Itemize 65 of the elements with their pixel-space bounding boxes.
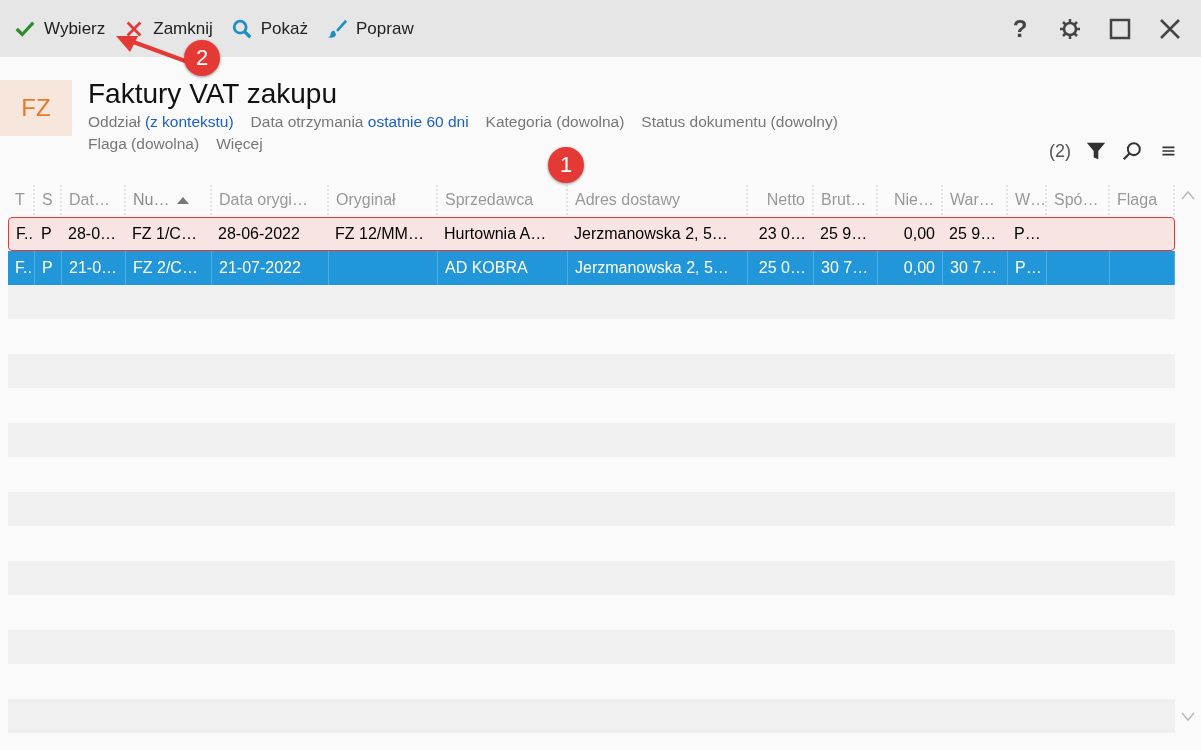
table-cell: Jerzmanowska 2, 5… <box>575 259 729 277</box>
brush-icon <box>326 17 348 40</box>
filter-link[interactable]: Kategoria (dowolna) <box>485 111 625 133</box>
table-row[interactable]: F.. P 28-0… FZ 1/C… 28-06-2022 FZ 12/MM… Hurtownia A… Jerzmanowska 2, 5… 23 0… 25 9… 0,00 25 9… P… <box>8 217 1175 251</box>
table-cell: P… <box>1014 225 1041 243</box>
table-cell: F.. <box>15 259 32 277</box>
table-cell: 0,00 <box>903 225 935 243</box>
gear-icon <box>1058 16 1082 41</box>
filter-link[interactable]: Data otrzymania ostatnie 60 dni <box>250 111 469 133</box>
search-icon[interactable] <box>1121 140 1143 162</box>
table-cell: Jerzmanowska 2, 5… <box>574 225 728 243</box>
table-cell: P… <box>1015 259 1042 277</box>
column-header[interactable]: Spó… <box>1047 184 1110 215</box>
filter-link[interactable]: Flaga (dowolna) <box>88 133 200 155</box>
column-header[interactable]: Adres dostawy <box>568 184 748 215</box>
table-cell: 23 0… <box>758 225 806 243</box>
search-icon <box>230 17 253 40</box>
square-icon <box>1108 16 1132 41</box>
table-cell: 25 9… <box>949 225 997 243</box>
annotation-badge: 2 <box>184 40 220 76</box>
column-header[interactable]: Nie… <box>878 184 943 215</box>
table-cell: 30 7… <box>821 259 869 277</box>
column-header[interactable]: S <box>35 184 62 215</box>
toolbar-button[interactable]: Popraw <box>320 13 420 44</box>
table-cell: 25 0… <box>758 259 806 277</box>
sort-up-icon <box>177 195 190 204</box>
column-header[interactable]: Brut… <box>814 184 878 215</box>
filter-link[interactable]: Więcej <box>216 133 263 155</box>
table-cell: FZ 12/MM… <box>335 225 424 243</box>
table-cell: 28-0… <box>68 225 117 243</box>
table-cell: F.. <box>16 225 33 243</box>
table-cell: P <box>42 259 53 277</box>
column-header[interactable]: Flaga <box>1110 184 1175 215</box>
annotation-badge: 1 <box>548 147 584 183</box>
module-badge: FZ <box>0 80 72 136</box>
table-cell: 25 9… <box>820 225 868 243</box>
column-header[interactable]: T <box>8 184 35 215</box>
filter-link[interactable]: Oddział (z kontekstu) <box>88 111 234 133</box>
table-cell: AD KOBRA <box>445 259 528 277</box>
record-count: (2) <box>1049 140 1071 162</box>
table-cell: 30 7… <box>950 259 998 277</box>
column-header[interactable]: War… <box>943 184 1008 215</box>
toolbar-button[interactable]: Pokaż <box>224 13 314 44</box>
table-cell: P <box>41 225 52 243</box>
table-cell: FZ 2/C… <box>133 259 198 277</box>
column-header[interactable]: Nu… <box>126 184 212 215</box>
page-title: Faktury VAT zakupu <box>88 77 338 111</box>
column-header[interactable]: Data orygi… <box>212 184 329 215</box>
column-header[interactable]: Dat… <box>62 184 126 215</box>
table-cell: 28-06-2022 <box>218 225 300 243</box>
help-button[interactable]: ? <box>997 8 1043 49</box>
column-header[interactable]: W… <box>1008 184 1047 215</box>
table-cell: 21-0… <box>69 259 118 277</box>
filter-icon[interactable] <box>1085 140 1107 162</box>
column-header[interactable]: Oryginał <box>329 184 438 215</box>
table-cell: 21-07-2022 <box>219 259 301 277</box>
column-header[interactable]: Sprzedawca <box>438 184 568 215</box>
close-icon <box>1158 16 1182 41</box>
table-cell: Hurtownia A… <box>444 225 547 243</box>
column-header[interactable]: Netto <box>748 184 814 215</box>
filter-link[interactable]: Status dokumentu (dowolny) <box>641 111 838 133</box>
toolbar-button[interactable]: Wybierz <box>8 13 112 44</box>
table-cell: 0,00 <box>903 259 935 277</box>
table-cell: FZ 1/C… <box>132 225 197 243</box>
table-row[interactable]: F.. P 21-0… FZ 2/C… 21-07-2022 AD KOBRA Jerzmanowska 2, 5… 25 0… 30 7… 0,00 30 7… P… <box>8 251 1175 285</box>
